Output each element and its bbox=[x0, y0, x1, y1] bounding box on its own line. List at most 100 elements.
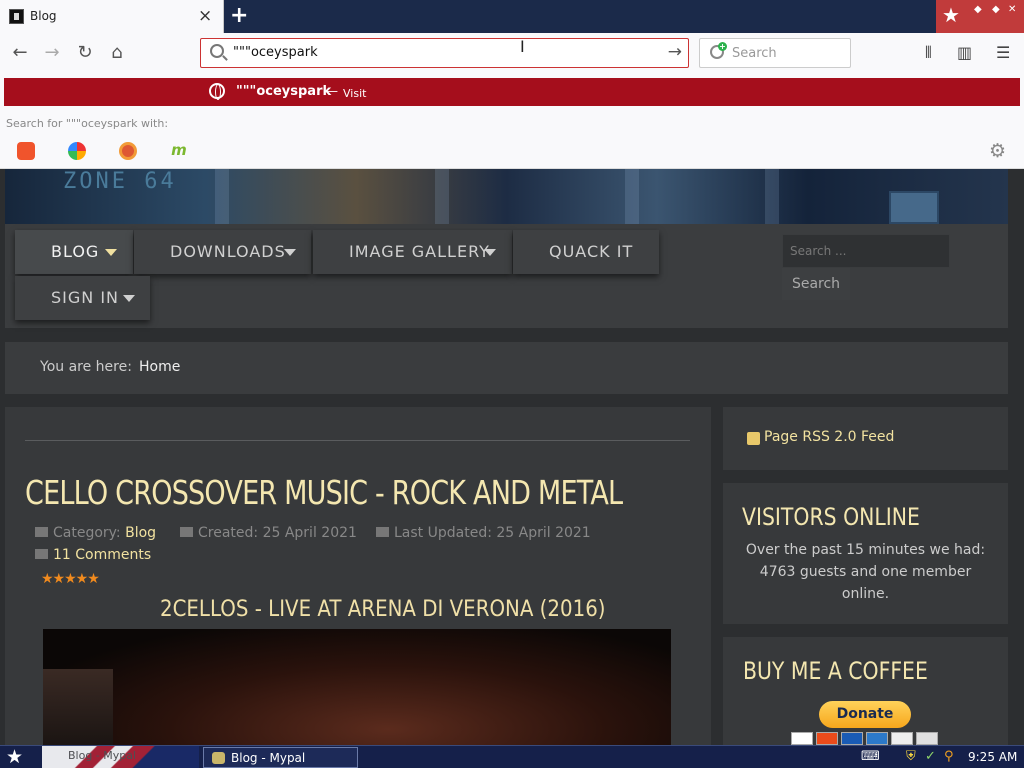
amex-icon bbox=[866, 732, 888, 745]
coffee-module: BUY ME A COFFEE Donate bbox=[723, 637, 1008, 745]
maximize-icon[interactable]: ◆ bbox=[992, 4, 1000, 15]
shield-icon[interactable]: ⛨ bbox=[906, 749, 916, 765]
star-icon: ★ bbox=[942, 3, 960, 27]
back-arrow-icon[interactable]: ← bbox=[8, 41, 32, 65]
new-tab-button[interactable]: + bbox=[230, 4, 248, 28]
created-meta: Created: 25 April 2021 bbox=[180, 525, 357, 541]
category-meta: Category: Blog bbox=[35, 525, 156, 541]
taskbar: ★ Blog - Mypal Blog - Mypal ⌨ ⛨ ✓ ⚲ 9:25… bbox=[0, 745, 1024, 768]
menu-blog[interactable]: BLOG bbox=[15, 230, 133, 274]
video-player[interactable] bbox=[43, 629, 671, 745]
tab-title: Blog bbox=[30, 9, 57, 23]
search-tray-icon[interactable]: ⚲ bbox=[944, 749, 954, 765]
visitors-text: Over the past 15 minutes we had: 4763 gu… bbox=[745, 542, 986, 602]
rss-icon bbox=[747, 432, 760, 445]
duckduckgo-icon[interactable] bbox=[119, 142, 137, 160]
updated-meta: Last Updated: 25 April 2021 bbox=[376, 525, 591, 541]
go-arrow-icon[interactable]: → bbox=[668, 42, 682, 62]
chevron-down-icon bbox=[484, 249, 496, 256]
coffee-title: BUY ME A COFFEE bbox=[743, 657, 928, 685]
comments-meta: 11 Comments bbox=[35, 547, 151, 563]
updated-date: Last Updated: 25 April 2021 bbox=[394, 525, 591, 541]
visitors-module: VISITORS ONLINE Over the past 15 minutes… bbox=[723, 483, 1008, 624]
browser-search-box[interactable]: + Search bbox=[699, 38, 851, 68]
banner-face-image bbox=[889, 191, 939, 224]
chevron-down-icon bbox=[123, 295, 135, 302]
url-suggestions-dropdown: """oceyspark — Visit Search for """oceys… bbox=[0, 73, 1024, 169]
video-frame-image bbox=[43, 669, 113, 745]
taskbar-task-active[interactable]: Blog - Mypal bbox=[203, 747, 358, 768]
rss-module: Page RSS 2.0 Feed bbox=[723, 407, 1008, 470]
site-logo: ZONE 64 bbox=[63, 169, 177, 194]
sidebar-icon[interactable]: ▥ bbox=[957, 42, 972, 64]
search-icon bbox=[210, 44, 224, 58]
suggestion-text: """oceyspark bbox=[236, 84, 332, 99]
rss-link[interactable]: Page RSS 2.0 Feed bbox=[764, 429, 894, 445]
web-page: ZONE 64 BLOG DOWNLOADS IMAGE GALLERY QUA… bbox=[0, 169, 1024, 745]
article-title[interactable]: CELLO CROSSOVER MUSIC - ROCK AND METAL bbox=[25, 473, 623, 512]
chevron-down-icon bbox=[105, 249, 117, 256]
search-placeholder: Search bbox=[732, 46, 777, 61]
task-label: Blog - Mypal bbox=[231, 751, 306, 765]
banner-decor bbox=[435, 169, 449, 224]
comments-link[interactable]: 11 Comments bbox=[53, 547, 151, 563]
suggestion-action: Visit bbox=[343, 87, 367, 100]
created-date: Created: 25 April 2021 bbox=[198, 525, 357, 541]
task-label: Blog - Mypal bbox=[68, 749, 137, 762]
menu-label: DOWNLOADS bbox=[170, 242, 286, 261]
visitors-title: VISITORS ONLINE bbox=[742, 503, 920, 531]
mypal-icon bbox=[212, 752, 225, 764]
minimize-icon[interactable]: ◆ bbox=[974, 4, 982, 15]
discover-icon bbox=[891, 732, 913, 745]
visa-icon bbox=[791, 732, 813, 745]
donate-button[interactable]: Donate bbox=[819, 701, 911, 728]
site-search-input[interactable]: Search ... bbox=[782, 234, 950, 268]
bank-card-icon bbox=[916, 732, 938, 745]
breadcrumb-home[interactable]: Home bbox=[139, 359, 180, 375]
category-link[interactable]: Blog bbox=[125, 525, 156, 541]
payment-cards bbox=[791, 732, 941, 745]
mastercard-icon bbox=[816, 732, 838, 745]
calendar-icon bbox=[376, 527, 389, 537]
keyboard-icon[interactable]: ⌨ bbox=[861, 749, 880, 765]
article: CELLO CROSSOVER MUSIC - ROCK AND METAL C… bbox=[5, 407, 711, 745]
taskbar-task-flag[interactable]: Blog - Mypal bbox=[42, 746, 199, 768]
forward-arrow-icon[interactable]: → bbox=[40, 41, 64, 65]
library-icon[interactable]: ⫴ bbox=[925, 42, 932, 64]
add-engine-icon: + bbox=[718, 42, 727, 51]
text-cursor-icon: I bbox=[520, 37, 525, 56]
banner-decor bbox=[625, 169, 639, 224]
network-icon[interactable]: ✓ bbox=[925, 749, 936, 765]
gear-icon[interactable]: ⚙ bbox=[989, 140, 1006, 162]
window-controls: ★ ◆ ◆ ✕ bbox=[936, 0, 1024, 33]
reload-icon[interactable]: ↻ bbox=[73, 41, 97, 65]
close-window-icon[interactable]: ✕ bbox=[1008, 4, 1016, 15]
url-bar[interactable]: """oceyspark → bbox=[200, 38, 689, 68]
rating-stars[interactable]: ★★★★★ bbox=[41, 571, 100, 587]
maestro-icon bbox=[841, 732, 863, 745]
menu-sign-in[interactable]: SIGN IN bbox=[15, 276, 150, 320]
menu-image-gallery[interactable]: IMAGE GALLERY bbox=[313, 230, 512, 274]
menu-label: BLOG bbox=[51, 242, 100, 261]
globe-icon bbox=[209, 83, 225, 100]
divider bbox=[25, 440, 690, 441]
home-icon[interactable]: ⌂ bbox=[105, 41, 129, 65]
url-input[interactable]: """oceyspark bbox=[233, 45, 318, 60]
folder-icon bbox=[35, 527, 48, 537]
suggestion-visit-row[interactable]: """oceyspark — Visit bbox=[4, 78, 1020, 106]
site-search-button[interactable]: Search bbox=[782, 268, 850, 300]
menu-quack-it[interactable]: QUACK IT bbox=[513, 230, 659, 274]
calendar-icon bbox=[180, 527, 193, 537]
mojeek-icon[interactable]: m bbox=[170, 142, 188, 160]
navigation-toolbar: ← → ↻ ⌂ """oceyspark → + Search ⫴ ▥ ☰ bbox=[0, 33, 1024, 73]
breadcrumb: You are here: Home bbox=[5, 342, 1008, 394]
brave-icon[interactable] bbox=[17, 142, 35, 160]
tab-blog[interactable]: Blog × bbox=[0, 0, 224, 33]
hamburger-menu-icon[interactable]: ☰ bbox=[996, 42, 1010, 64]
qwant-icon[interactable] bbox=[68, 142, 86, 160]
suggestion-dash: — bbox=[326, 84, 338, 98]
start-star-icon[interactable]: ★ bbox=[6, 746, 23, 768]
close-tab-icon[interactable]: × bbox=[198, 6, 212, 26]
menu-downloads[interactable]: DOWNLOADS bbox=[134, 230, 311, 274]
clock: 9:25 AM bbox=[968, 750, 1018, 764]
